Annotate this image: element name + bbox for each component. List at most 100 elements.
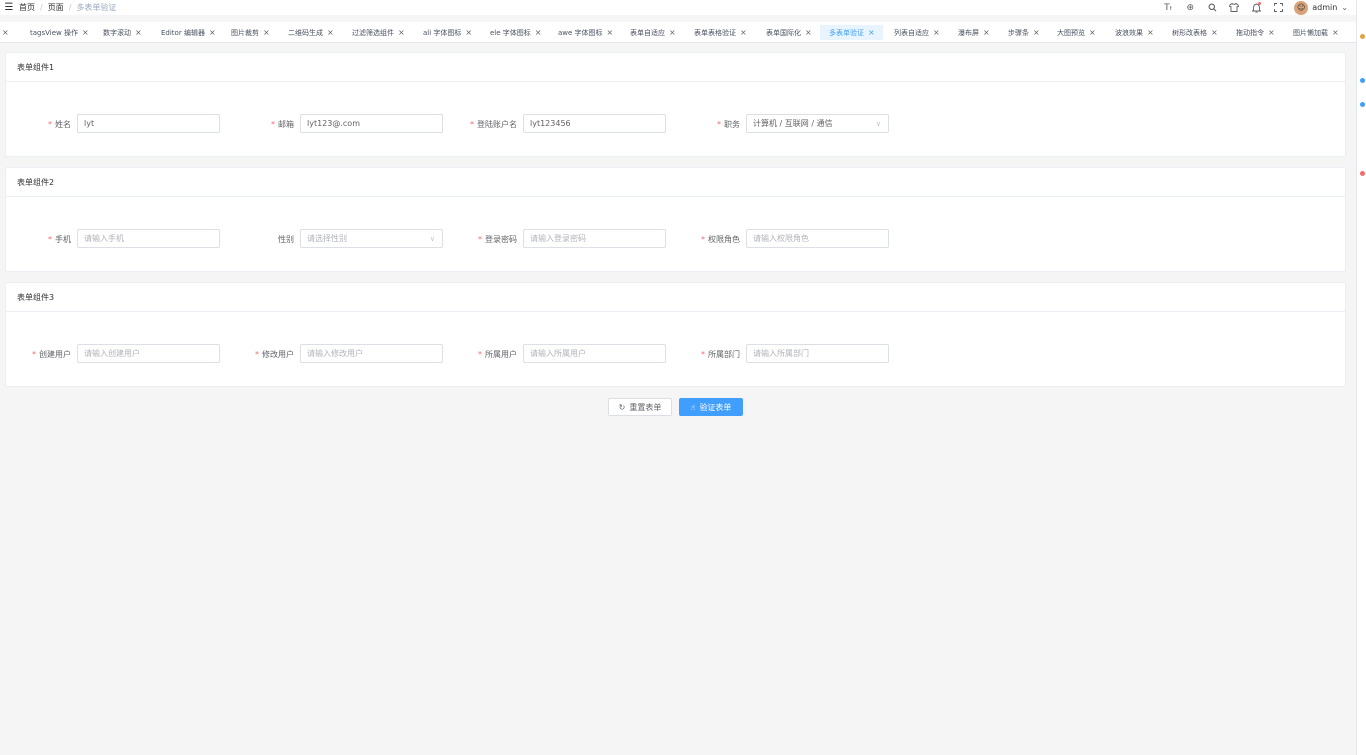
close-icon[interactable]: × xyxy=(263,28,270,37)
tag-item[interactable]: 表单自适应 × xyxy=(626,25,680,40)
owner-user-input[interactable]: 请输入所属用户 xyxy=(523,344,666,363)
username: admin xyxy=(1312,3,1338,12)
avatar: ☺ xyxy=(1294,0,1309,15)
tag-label: 大图预览 xyxy=(1057,28,1085,37)
tag-item[interactable]: 二维码生成 × xyxy=(284,25,338,40)
tag-label: 过滤筛选组件 xyxy=(352,28,394,37)
tag-label: 表单自适应 xyxy=(630,28,665,37)
modifier-input[interactable]: 请输入修改用户 xyxy=(300,344,443,363)
form-card-2: 表单组件2 * 手机 请输入手机 性别 请选择性别 ∨ * 登录密码 请输入登录密码 … xyxy=(5,167,1346,272)
tag-item[interactable]: Editor 编辑器 × xyxy=(157,25,220,40)
chevron-down-icon: ∨ xyxy=(429,235,435,243)
tag-item[interactable]: 图片懒加载 × xyxy=(1289,25,1343,40)
fullscreen-icon[interactable] xyxy=(1272,2,1284,14)
tag-item[interactable]: 列表自适应 × xyxy=(890,25,944,40)
menu-toggle-icon[interactable]: ☰ xyxy=(2,2,16,13)
tag-item[interactable]: 数字滚动 × xyxy=(99,25,146,40)
side-dot-icon xyxy=(1360,102,1365,107)
login-account-input[interactable]: lyt123456 xyxy=(523,114,666,133)
tag-label: 数字滚动 xyxy=(103,28,131,37)
close-icon[interactable]: × xyxy=(1089,28,1096,37)
tag-label: Editor 编辑器 xyxy=(161,28,205,37)
right-side-panel xyxy=(1356,0,1366,755)
password-input[interactable]: 请输入登录密码 xyxy=(523,229,666,248)
tag-item[interactable]: 拖动指令 × xyxy=(1232,25,1279,40)
role-input[interactable]: 请输入权限角色 xyxy=(746,229,889,248)
close-icon[interactable]: × xyxy=(82,28,89,37)
breadcrumb-home[interactable]: 首页 xyxy=(19,2,35,13)
close-icon[interactable]: × xyxy=(669,28,676,37)
job-select[interactable]: 计算机 / 互联网 / 通信 ∨ xyxy=(746,114,889,133)
tag-item[interactable]: 过滤筛选组件 × xyxy=(348,25,409,40)
field-label: * 权限角色 xyxy=(701,235,740,244)
close-icon[interactable]: × xyxy=(1211,28,1218,37)
tag-item[interactable]: ele 字体图标 × xyxy=(486,25,546,40)
chevron-down-icon: ∨ xyxy=(875,120,881,128)
form-card-3: 表单组件3 * 创建用户 请输入创建用户 * 修改用户 请输入修改用户 * 所属用户 … xyxy=(5,282,1346,387)
tag-item[interactable]: 表单国际化 × xyxy=(762,25,816,40)
tag-item[interactable]: 图片裁剪 × xyxy=(227,25,274,40)
close-icon[interactable]: × xyxy=(1332,28,1339,37)
gender-select[interactable]: 请选择性别 ∨ xyxy=(300,229,443,248)
tag-label: ele 字体图标 xyxy=(490,28,531,37)
close-icon[interactable]: × xyxy=(983,28,990,37)
tag-item[interactable]: 步骤条 × xyxy=(1004,25,1044,40)
tag-label: 表单表格验证 xyxy=(694,28,736,37)
form-card-1: 表单组件1 * 姓名 lyt * 邮箱 lyt123@.com * 登陆账户名 lyt… xyxy=(5,52,1346,157)
field-label: * 姓名 xyxy=(48,120,71,129)
language-icon[interactable]: ⊕ xyxy=(1184,2,1196,14)
side-dot-icon xyxy=(1360,34,1365,39)
card-title: 表单组件3 xyxy=(6,283,1345,312)
close-icon[interactable]: × xyxy=(398,28,405,37)
close-icon[interactable]: × xyxy=(1268,28,1275,37)
tag-label: 二维码生成 xyxy=(288,28,323,37)
tag-item[interactable]: 瀑布屏 × xyxy=(954,25,994,40)
email-input[interactable]: lyt123@.com xyxy=(300,114,443,133)
close-icon[interactable]: × xyxy=(805,28,812,37)
close-icon[interactable]: × xyxy=(135,28,142,37)
close-icon[interactable]: × xyxy=(607,28,614,37)
side-dot-icon xyxy=(1360,78,1365,83)
verify-form-button[interactable]: ☝ 验证表单 xyxy=(679,398,743,416)
close-icon[interactable]: × xyxy=(1033,28,1040,37)
search-icon[interactable] xyxy=(1206,2,1218,14)
notification-bell-icon[interactable] xyxy=(1250,1,1262,14)
top-navbar: ☰ 首页 / 页面 / 多表单验证 Tₜ ⊕ ☺ admin ⌄ xyxy=(0,0,1356,15)
field-label: * 登录密码 xyxy=(478,235,517,244)
name-input[interactable]: lyt xyxy=(77,114,220,133)
tag-label: 多表单验证 xyxy=(829,28,864,37)
tag-label: tagsView 操作 xyxy=(30,28,78,37)
refresh-icon: ↻ xyxy=(618,402,626,412)
close-icon[interactable]: × xyxy=(535,28,542,37)
tag-item[interactable]: × xyxy=(0,25,13,40)
tag-label: 树形改表格 xyxy=(1172,28,1207,37)
user-dropdown[interactable]: ☺ admin ⌄ xyxy=(1294,0,1348,15)
tag-item[interactable]: ali 字体图标 × xyxy=(419,25,476,40)
select-value: 计算机 / 互联网 / 通信 xyxy=(753,119,833,128)
close-icon[interactable]: × xyxy=(2,28,9,37)
tag-item[interactable]: 大图预览 × xyxy=(1053,25,1100,40)
breadcrumb-separator: / xyxy=(68,3,72,12)
field-label: 性别 xyxy=(278,235,294,244)
tag-item[interactable]: awe 字体图标 × xyxy=(554,25,617,40)
breadcrumb-pages[interactable]: 页面 xyxy=(48,2,64,13)
close-icon[interactable]: × xyxy=(933,28,940,37)
close-icon[interactable]: × xyxy=(465,28,472,37)
tag-item[interactable]: 表单表格验证 × xyxy=(690,25,751,40)
close-icon[interactable]: × xyxy=(327,28,334,37)
tag-item-active[interactable]: 多表单验证 × xyxy=(820,25,883,40)
close-icon[interactable]: × xyxy=(868,28,875,37)
font-size-icon[interactable]: Tₜ xyxy=(1162,2,1174,14)
breadcrumb: 首页 / 页面 / 多表单验证 xyxy=(19,2,116,13)
close-icon[interactable]: × xyxy=(740,28,747,37)
tag-item[interactable]: tagsView 操作 × xyxy=(26,25,93,40)
reset-form-button[interactable]: ↻ 重置表单 xyxy=(608,398,672,416)
phone-input[interactable]: 请输入手机 xyxy=(77,229,220,248)
close-icon[interactable]: × xyxy=(209,28,216,37)
close-icon[interactable]: × xyxy=(1147,28,1154,37)
creator-input[interactable]: 请输入创建用户 xyxy=(77,344,220,363)
department-input[interactable]: 请输入所属部门 xyxy=(746,344,889,363)
tag-item[interactable]: 波浪效果 × xyxy=(1111,25,1158,40)
tag-item[interactable]: 树形改表格 × xyxy=(1168,25,1222,40)
theme-shirt-icon[interactable] xyxy=(1228,2,1240,14)
